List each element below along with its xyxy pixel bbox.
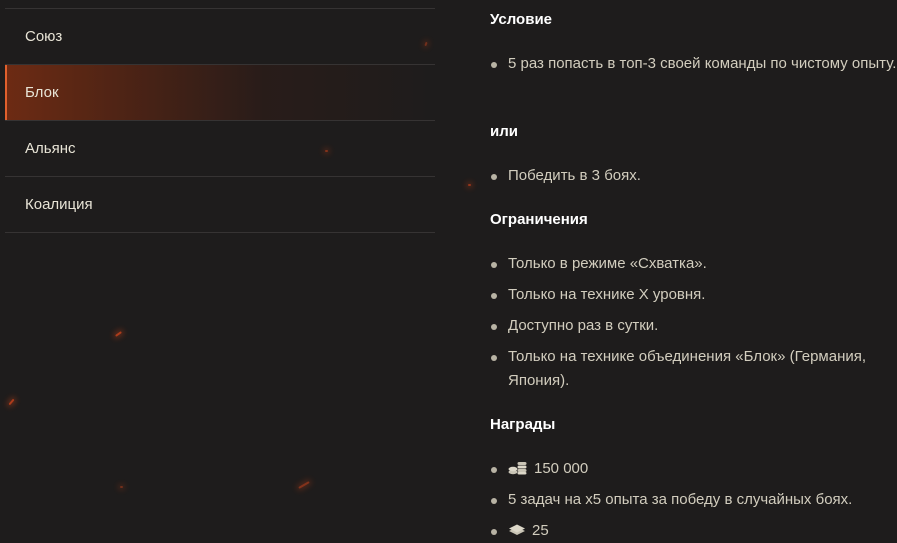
limit-item: Только на технике X уровня. xyxy=(491,283,897,307)
sidebar-tabs: Союз Блок Альянс Коалиция xyxy=(5,8,435,233)
ember-particle xyxy=(120,486,123,488)
tab-alyans[interactable]: Альянс xyxy=(5,121,435,177)
reward-item: 5 задач на x5 опыта за победу в случайны… xyxy=(491,488,897,512)
condition-item: 5 раз попасть в топ-3 своей команды по ч… xyxy=(491,52,897,76)
limit-item: Только в режиме «Схватка». xyxy=(491,252,897,276)
ember-particle xyxy=(115,331,122,337)
or-item: Победить в 3 боях. xyxy=(491,164,897,188)
ember-particle xyxy=(468,184,471,186)
tab-blok[interactable]: Блок xyxy=(5,65,435,121)
reward-item: 150 000 xyxy=(491,457,897,481)
tab-koalitsiya[interactable]: Коалиция xyxy=(5,177,435,233)
tab-label: Союз xyxy=(25,28,63,45)
limits-heading: Ограничения xyxy=(490,211,588,228)
rewards-heading: Награды xyxy=(490,416,556,433)
credits-icon xyxy=(508,462,527,475)
limit-item: Только на технике объединения «Блок» (Ге… xyxy=(491,345,897,393)
or-heading: или xyxy=(490,123,518,140)
reward-credits-value: 150 000 xyxy=(534,460,589,477)
tab-label: Блок xyxy=(25,84,59,101)
limit-item: Доступно раз в сутки. xyxy=(491,314,897,338)
reward-item: 25 xyxy=(491,519,897,543)
reward-bonds-value: 25 xyxy=(532,522,549,539)
tab-label: Альянс xyxy=(25,140,76,157)
condition-heading: Условие xyxy=(490,11,553,28)
tab-label: Коалиция xyxy=(25,196,93,213)
bonds-icon xyxy=(509,524,525,535)
ember-particle xyxy=(8,398,15,406)
tab-soyuz[interactable]: Союз xyxy=(5,9,435,65)
ember-particle xyxy=(298,481,310,489)
